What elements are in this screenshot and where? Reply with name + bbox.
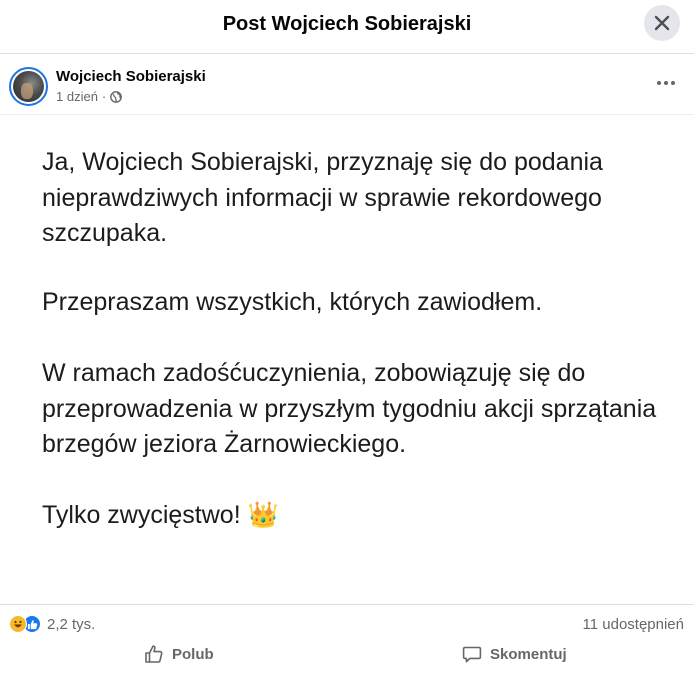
dialog-title: Post Wojciech Sobierajski (222, 13, 472, 35)
comment-button[interactable]: Skomentuj (462, 644, 567, 664)
author-name[interactable]: Wojciech Sobierajski (56, 68, 206, 85)
more-options-button[interactable] (650, 71, 682, 95)
reaction-count: 2,2 tys. (47, 615, 96, 633)
comment-label: Skomentuj (490, 645, 567, 663)
close-button[interactable] (644, 5, 680, 41)
comment-icon (462, 646, 482, 663)
more-horizontal-icon (657, 81, 675, 85)
post-paragraph: Tylko zwycięstwo! 👑 (42, 501, 279, 529)
avatar[interactable] (9, 67, 48, 106)
like-label: Polub (172, 645, 214, 663)
post-stats: 2,2 tys. 11 udostępnień (0, 604, 694, 642)
meta-separator: · (101, 89, 107, 104)
post-paragraph: Przepraszam wszystkich, których zawiodłe… (42, 288, 543, 316)
post-meta: 1 dzień · (56, 89, 123, 104)
post-author-row: Wojciech Sobierajski 1 dzień · (0, 55, 694, 115)
avatar-image (13, 71, 44, 102)
thumbs-up-icon (145, 645, 163, 663)
dialog-header: Post Wojciech Sobierajski (0, 0, 694, 54)
like-button[interactable]: Polub (144, 644, 214, 664)
share-count[interactable]: 11 udostępnień (583, 616, 684, 633)
post-paragraph: W ramach zadośćuczynienia, zobowiązuję s… (42, 359, 657, 458)
globe-icon[interactable] (110, 90, 123, 103)
reactions-summary[interactable]: 2,2 tys. (9, 615, 95, 633)
haha-icon (9, 615, 27, 633)
post-time[interactable]: 1 dzień (56, 89, 98, 104)
post-content: Ja, Wojciech Sobierajski, przyznaję się … (0, 115, 694, 605)
post-actions: Polub Skomentuj (0, 640, 694, 672)
close-icon (654, 15, 670, 31)
post-paragraph: Ja, Wojciech Sobierajski, przyznaję się … (42, 148, 603, 247)
